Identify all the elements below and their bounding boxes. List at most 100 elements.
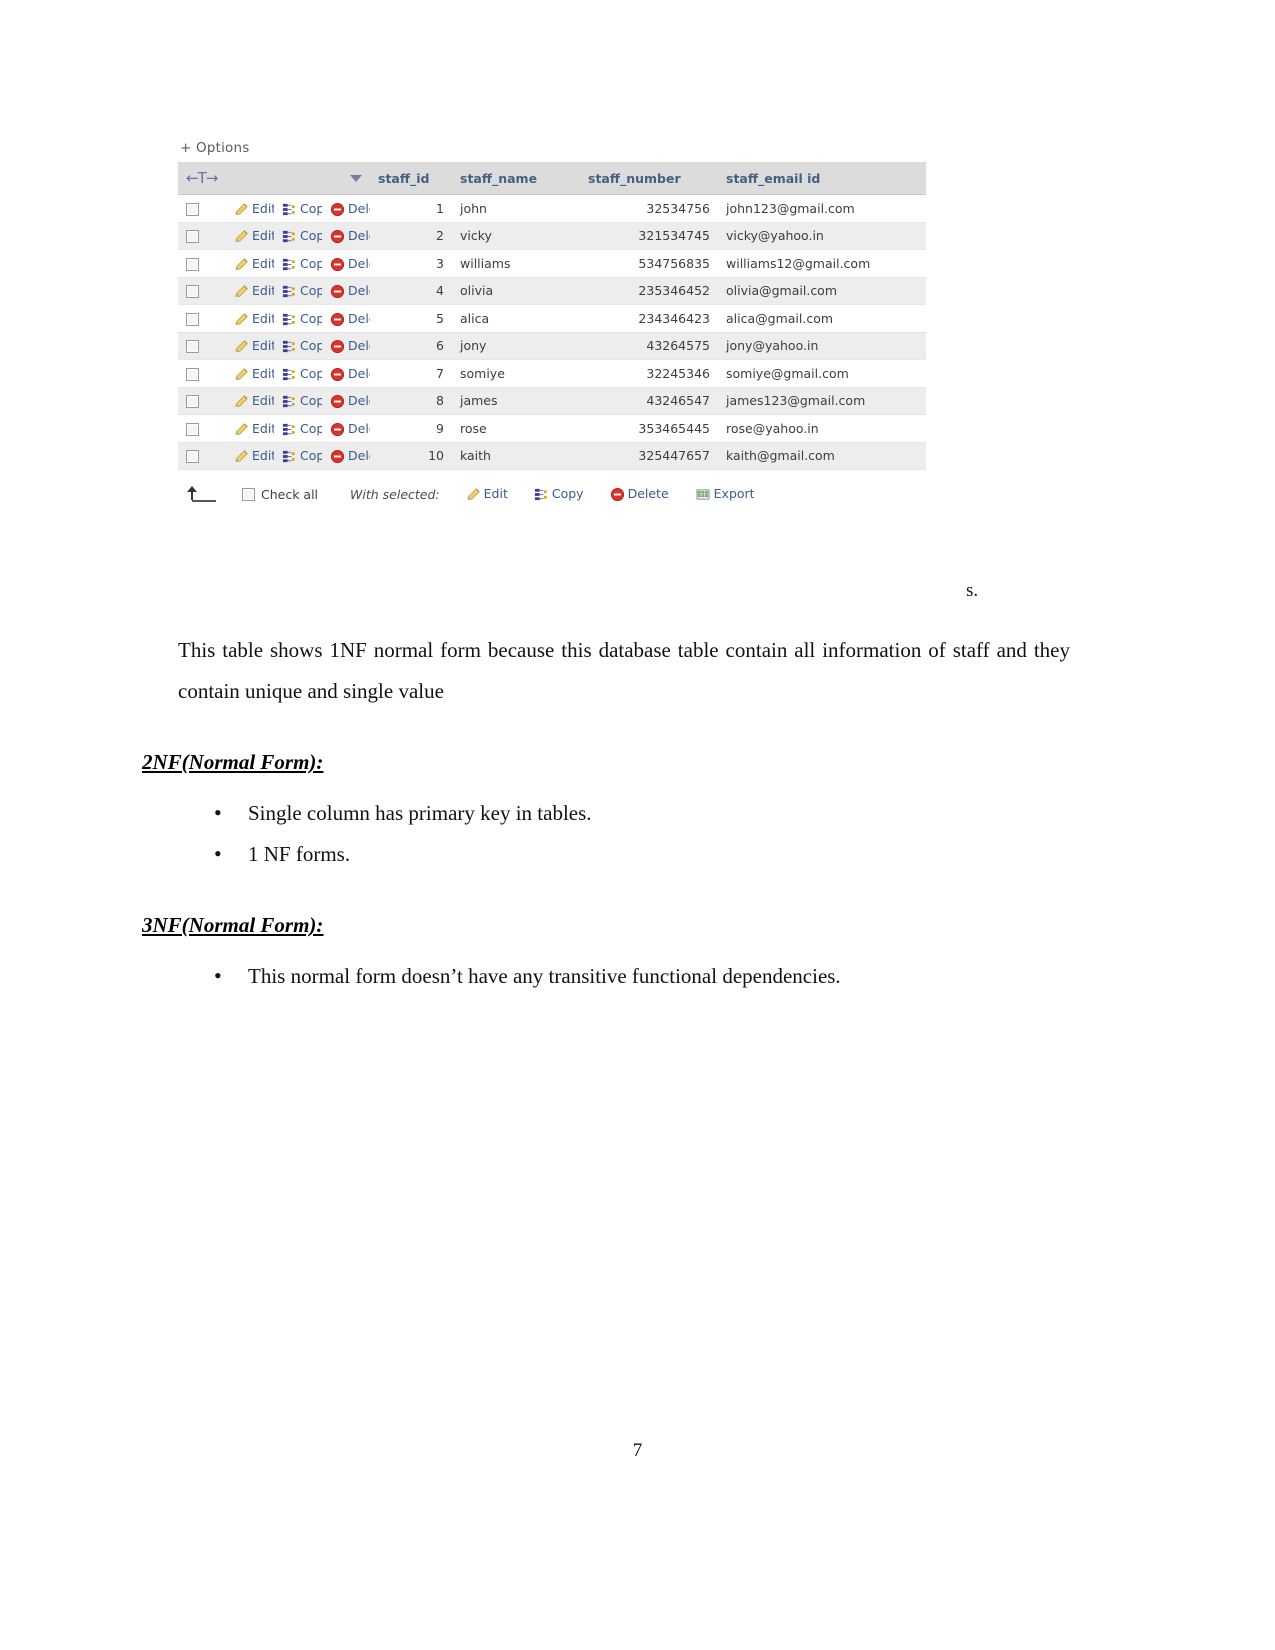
row-copy-button[interactable]: Copy xyxy=(282,366,322,381)
row-edit-cell[interactable]: Edit xyxy=(226,387,274,415)
row-select-cell[interactable] xyxy=(178,277,226,305)
row-edit-button[interactable]: Edit xyxy=(234,256,274,271)
row-delete-cell[interactable]: Delete xyxy=(322,194,370,223)
row-delete-cell[interactable]: Delete xyxy=(322,414,370,443)
row-copy-button[interactable]: Copy xyxy=(282,201,322,216)
table-row[interactable]: Edit Copy Delete3williams534756835williams… xyxy=(178,249,926,278)
row-select-cell[interactable] xyxy=(178,387,226,415)
options-toggle[interactable]: + Options xyxy=(178,140,926,162)
row-delete-cell[interactable]: Delete xyxy=(322,304,370,333)
row-delete-cell[interactable]: Delete xyxy=(322,249,370,278)
row-checkbox-icon[interactable] xyxy=(186,202,199,216)
table-row[interactable]: Edit Copy Delete6jony43264575jony@yahoo.in xyxy=(178,332,926,360)
row-delete-button[interactable]: Delete xyxy=(330,448,370,464)
row-edit-cell[interactable]: Edit xyxy=(226,332,274,360)
row-copy-button[interactable]: Copy xyxy=(282,228,322,243)
row-edit-cell[interactable]: Edit xyxy=(226,359,274,388)
row-copy-cell[interactable]: Copy xyxy=(274,359,322,388)
row-copy-cell[interactable]: Copy xyxy=(274,249,322,278)
row-delete-cell[interactable]: Delete xyxy=(322,277,370,305)
row-edit-button[interactable]: Edit xyxy=(234,393,274,408)
row-select-cell[interactable] xyxy=(178,359,226,388)
row-edit-cell[interactable]: Edit xyxy=(226,222,274,250)
sort-controls-header[interactable]: ←T→ xyxy=(178,162,370,195)
row-edit-button[interactable]: Edit xyxy=(234,201,274,216)
row-select-cell[interactable] xyxy=(178,414,226,443)
row-edit-button[interactable]: Edit xyxy=(234,421,274,436)
row-checkbox-icon[interactable] xyxy=(186,450,199,464)
row-checkbox-icon[interactable] xyxy=(186,340,199,354)
row-copy-button[interactable]: Copy xyxy=(282,256,322,271)
row-delete-button[interactable]: Delete xyxy=(330,311,370,326)
row-edit-cell[interactable]: Edit xyxy=(226,277,274,305)
row-select-cell[interactable] xyxy=(178,194,226,223)
row-delete-cell[interactable]: Delete xyxy=(322,387,370,415)
row-copy-button[interactable]: Copy xyxy=(282,311,322,326)
footer-copy-button[interactable]: Copy xyxy=(534,486,584,502)
table-row[interactable]: Edit Copy Delete1john32534756john123@gmail… xyxy=(178,194,926,223)
column-header-staff-id[interactable]: staff_id xyxy=(370,162,452,195)
table-row[interactable]: Edit Copy Delete5alica234346423alica@gmail… xyxy=(178,304,926,333)
row-edit-cell[interactable]: Edit xyxy=(226,442,274,470)
column-header-staff-email[interactable]: staff_email id xyxy=(718,162,926,195)
row-copy-cell[interactable]: Copy xyxy=(274,222,322,250)
row-copy-cell[interactable]: Copy xyxy=(274,332,322,360)
row-delete-cell[interactable]: Delete xyxy=(322,359,370,388)
row-copy-button[interactable]: Copy xyxy=(282,448,322,463)
check-all-control[interactable]: Check all xyxy=(242,487,322,502)
row-select-cell[interactable] xyxy=(178,222,226,250)
row-select-cell[interactable] xyxy=(178,249,226,278)
table-row[interactable]: Edit Copy Delete9rose353465445rose@yahoo.i… xyxy=(178,414,926,443)
row-copy-cell[interactable]: Copy xyxy=(274,387,322,415)
row-checkbox-icon[interactable] xyxy=(186,395,199,409)
row-select-cell[interactable] xyxy=(178,304,226,333)
row-edit-button[interactable]: Edit xyxy=(234,366,274,381)
row-copy-button[interactable]: Copy xyxy=(282,421,322,436)
table-row[interactable]: Edit Copy Delete4olivia235346452olivia@gma… xyxy=(178,277,926,305)
table-row[interactable]: Edit Copy Delete10kaith325447657kaith@gmai… xyxy=(178,442,926,470)
footer-edit-button[interactable]: Edit xyxy=(466,486,508,502)
row-delete-button[interactable]: Delete xyxy=(330,338,370,354)
row-copy-cell[interactable]: Copy xyxy=(274,304,322,333)
row-copy-button[interactable]: Copy xyxy=(282,393,322,408)
footer-export-button[interactable]: Export xyxy=(695,486,755,502)
row-copy-cell[interactable]: Copy xyxy=(274,277,322,305)
row-copy-cell[interactable]: Copy xyxy=(274,442,322,470)
row-copy-cell[interactable]: Copy xyxy=(274,194,322,223)
check-all-checkbox-icon[interactable] xyxy=(242,487,255,501)
column-header-staff-number[interactable]: staff_number xyxy=(580,162,718,195)
row-edit-button[interactable]: Edit xyxy=(234,448,274,463)
row-checkbox-icon[interactable] xyxy=(186,230,199,244)
row-delete-button[interactable]: Delete xyxy=(330,393,370,409)
row-select-cell[interactable] xyxy=(178,332,226,360)
row-edit-button[interactable]: Edit xyxy=(234,311,274,326)
row-delete-button[interactable]: Delete xyxy=(330,283,370,299)
chevron-down-icon[interactable] xyxy=(350,174,362,182)
row-checkbox-icon[interactable] xyxy=(186,422,199,436)
row-copy-cell[interactable]: Copy xyxy=(274,414,322,443)
row-copy-button[interactable]: Copy xyxy=(282,283,322,298)
row-copy-button[interactable]: Copy xyxy=(282,338,322,353)
row-edit-button[interactable]: Edit xyxy=(234,228,274,243)
table-row[interactable]: Edit Copy Delete7somiye32245346somiye@gmai… xyxy=(178,359,926,388)
select-all-arrow[interactable] xyxy=(182,484,242,504)
table-row[interactable]: Edit Copy Delete8james43246547james123@gma… xyxy=(178,387,926,415)
row-delete-cell[interactable]: Delete xyxy=(322,222,370,250)
row-edit-cell[interactable]: Edit xyxy=(226,414,274,443)
sort-arrows-icon[interactable]: ←T→ xyxy=(186,169,218,187)
table-row[interactable]: Edit Copy Delete2vicky321534745vicky@yahoo… xyxy=(178,222,926,250)
row-edit-cell[interactable]: Edit xyxy=(226,194,274,223)
column-header-staff-name[interactable]: staff_name xyxy=(452,162,580,195)
row-edit-button[interactable]: Edit xyxy=(234,338,274,353)
row-delete-cell[interactable]: Delete xyxy=(322,332,370,360)
row-delete-button[interactable]: Delete xyxy=(330,421,370,436)
row-select-cell[interactable] xyxy=(178,442,226,470)
row-edit-cell[interactable]: Edit xyxy=(226,304,274,333)
row-checkbox-icon[interactable] xyxy=(186,257,199,271)
row-delete-button[interactable]: Delete xyxy=(330,228,370,244)
row-edit-cell[interactable]: Edit xyxy=(226,249,274,278)
row-delete-button[interactable]: Delete xyxy=(330,366,370,381)
row-checkbox-icon[interactable] xyxy=(186,312,199,326)
check-all-label[interactable]: Check all xyxy=(261,487,318,502)
row-checkbox-icon[interactable] xyxy=(186,285,199,299)
